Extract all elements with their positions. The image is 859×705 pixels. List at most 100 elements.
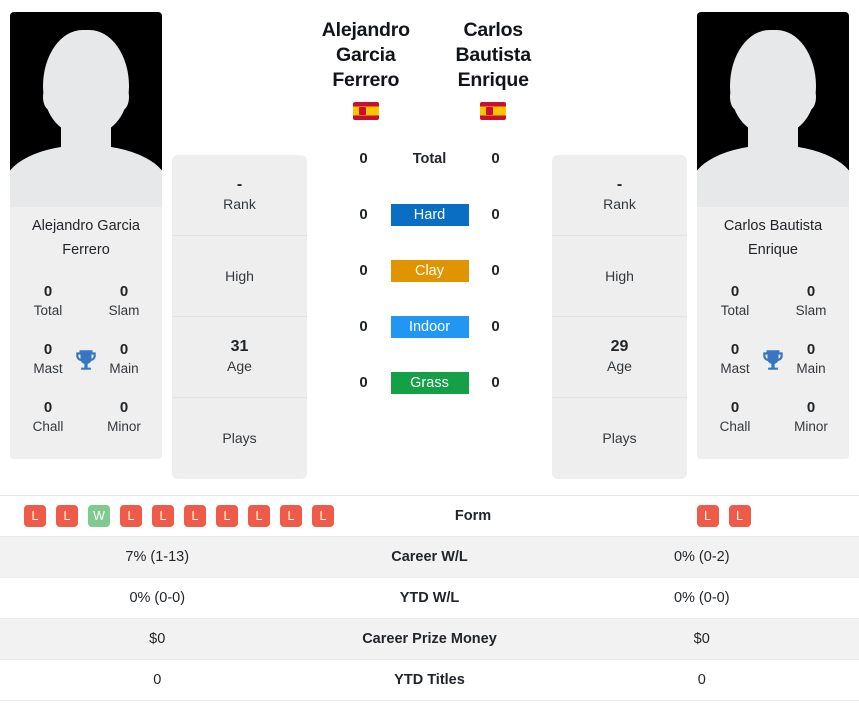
titles-row-total-slam: 0 Total 0 Slam (697, 273, 849, 331)
left-player-heading[interactable]: Alejandro Garcia Ferrero (307, 18, 425, 125)
titles-row-chall-minor: 0 Chall 0 Minor (697, 389, 849, 447)
form-badge-loss[interactable]: L (280, 505, 302, 527)
titles-panel-spacer (10, 447, 162, 459)
surface-comparison-column: Alejandro Garcia Ferrero Carlos Bautista… (307, 0, 552, 411)
right-player-statcard: - Rank High 29 Age Plays (552, 155, 687, 479)
left-ytd_wl-cell: 0% (0-0) (129, 590, 186, 606)
left-rank-value: - (236, 176, 243, 194)
left-indoor-count: 0 (359, 318, 368, 336)
left-player-name-line1: Alejandro (321, 19, 410, 41)
titles-chall-value: 0 (730, 399, 740, 417)
surface-badge-hard: Hard (390, 203, 469, 226)
titles-slam-value: 0 (119, 283, 129, 301)
right-high-label: High (605, 267, 634, 284)
titles-minor: 0 Minor (86, 399, 162, 436)
right-player-heading[interactable]: Carlos Bautista Enrique (434, 18, 552, 125)
surface-row-clay: 0 Clay 0 (307, 243, 552, 299)
spain-flag-icon (480, 101, 507, 120)
right-form-cell: LL (588, 505, 859, 527)
right-clay-count: 0 (491, 262, 500, 280)
right-player-name-line1: Carlos Bautista (455, 19, 532, 66)
left-player-name-line2: Garcia Ferrero (332, 43, 400, 91)
right-rank-value: - (616, 176, 623, 194)
left-career_wl-cell: 7% (1-13) (125, 549, 190, 565)
table-row-label: Career W/L (391, 549, 468, 565)
titles-minor: 0 Minor (773, 399, 849, 436)
right-statcard-column: - Rank High 29 Age Plays (552, 0, 687, 479)
surface-row-hard: 0 Hard 0 (307, 187, 552, 243)
form-badge-loss[interactable]: L (152, 505, 174, 527)
titles-total: 0 Total (10, 283, 86, 320)
left-player-caption: Alejandro Garcia Ferrero (10, 207, 162, 273)
avatar-head-shape (730, 30, 816, 134)
player-names-heading: Alejandro Garcia Ferrero Carlos Bautista… (307, 18, 552, 125)
left-player-column: Alejandro Garcia Ferrero 0 Total 0 Slam … (0, 0, 172, 459)
right-age-value: 29 (610, 338, 629, 356)
titles-total-value: 0 (730, 283, 740, 301)
right-plays-label: Plays (602, 430, 637, 447)
flag-crest (486, 106, 494, 115)
right-player-card[interactable]: Carlos Bautista Enrique 0 Total 0 Slam 0 (697, 12, 849, 459)
form-badge-loss[interactable]: L (184, 505, 206, 527)
right-hard-count: 0 (491, 206, 500, 224)
form-badge-loss[interactable]: L (24, 505, 46, 527)
form-badge-loss[interactable]: L (216, 505, 238, 527)
surface-row-grass: 0 Grass 0 (307, 355, 552, 411)
titles-slam-value: 0 (806, 283, 816, 301)
left-plays-cell: Plays (172, 398, 307, 479)
form-badge-loss[interactable]: L (120, 505, 142, 527)
avatar-shoulders-shape (697, 145, 849, 207)
titles-panel-spacer (697, 447, 849, 459)
titles-total-label: Total (720, 303, 750, 319)
left-clay-count: 0 (359, 262, 368, 280)
left-statcard-column: - Rank High 31 Age Plays (172, 0, 307, 479)
right-player-titles-panel: 0 Total 0 Slam 0 Mast 0 Main 0 Chall 0 M… (697, 272, 849, 459)
avatar-shoulders-shape (10, 145, 162, 207)
right-age-label: Age (607, 358, 632, 375)
right-high-cell: High (552, 236, 687, 317)
left-rank-label: Rank (223, 196, 256, 213)
avatar-ear-right (115, 84, 129, 110)
table-row-label: YTD Titles (394, 672, 465, 688)
titles-total-label: Total (33, 303, 63, 319)
form-badge-loss[interactable]: L (696, 505, 719, 527)
surface-badge-grass: Grass (390, 371, 469, 394)
left-age-cell: 31 Age (172, 317, 307, 398)
titles-chall: 0 Chall (697, 399, 773, 436)
right-form-badges: LL (612, 505, 835, 527)
surface-badge-total: Total (412, 150, 447, 167)
form-badge-loss[interactable]: L (312, 505, 334, 527)
player-comparison-header: Alejandro Garcia Ferrero 0 Total 0 Slam … (0, 0, 859, 495)
right-career_prize_money-cell: $0 (693, 631, 710, 647)
table-row: 0 YTD Titles 0 (0, 660, 859, 701)
avatar-ear-left (730, 84, 744, 110)
avatar-ear-left (43, 84, 57, 110)
titles-minor-value: 0 (119, 399, 129, 417)
titles-slam: 0 Slam (773, 283, 849, 320)
left-high-label: High (225, 267, 254, 284)
right-player-caption: Carlos Bautista Enrique (697, 207, 849, 273)
surface-badge-clay: Clay (390, 259, 469, 282)
titles-chall-label: Chall (32, 419, 64, 435)
titles-minor-value: 0 (806, 399, 816, 417)
form-badge-loss[interactable]: L (248, 505, 270, 527)
form-badge-win[interactable]: W (88, 505, 110, 527)
form-badge-loss[interactable]: L (728, 505, 751, 527)
flag-crest (358, 106, 366, 115)
left-age-value: 31 (230, 338, 249, 356)
titles-row-mast-main: 0 Mast 0 Main (10, 331, 162, 389)
left-player-card[interactable]: Alejandro Garcia Ferrero 0 Total 0 Slam … (10, 12, 162, 459)
left-player-avatar (10, 12, 162, 207)
right-career_wl-cell: 0% (0-2) (673, 549, 730, 565)
surface-badge-indoor: Indoor (390, 315, 469, 338)
player-stats-table: L L W L L L L L L L Form L L 7% (1-13) Career W/L 0% (0… (0, 495, 859, 701)
left-total-count: 0 (359, 150, 368, 168)
titles-total-value: 0 (43, 283, 53, 301)
right-total-count: 0 (491, 150, 500, 168)
left-age-label: Age (227, 358, 252, 375)
right-plays-cell: Plays (552, 398, 687, 479)
table-row: 0% (0-0) YTD W/L 0% (0-0) (0, 578, 859, 619)
form-badge-loss[interactable]: L (56, 505, 78, 527)
titles-minor-label: Minor (107, 419, 141, 435)
titles-slam-label: Slam (795, 303, 827, 319)
